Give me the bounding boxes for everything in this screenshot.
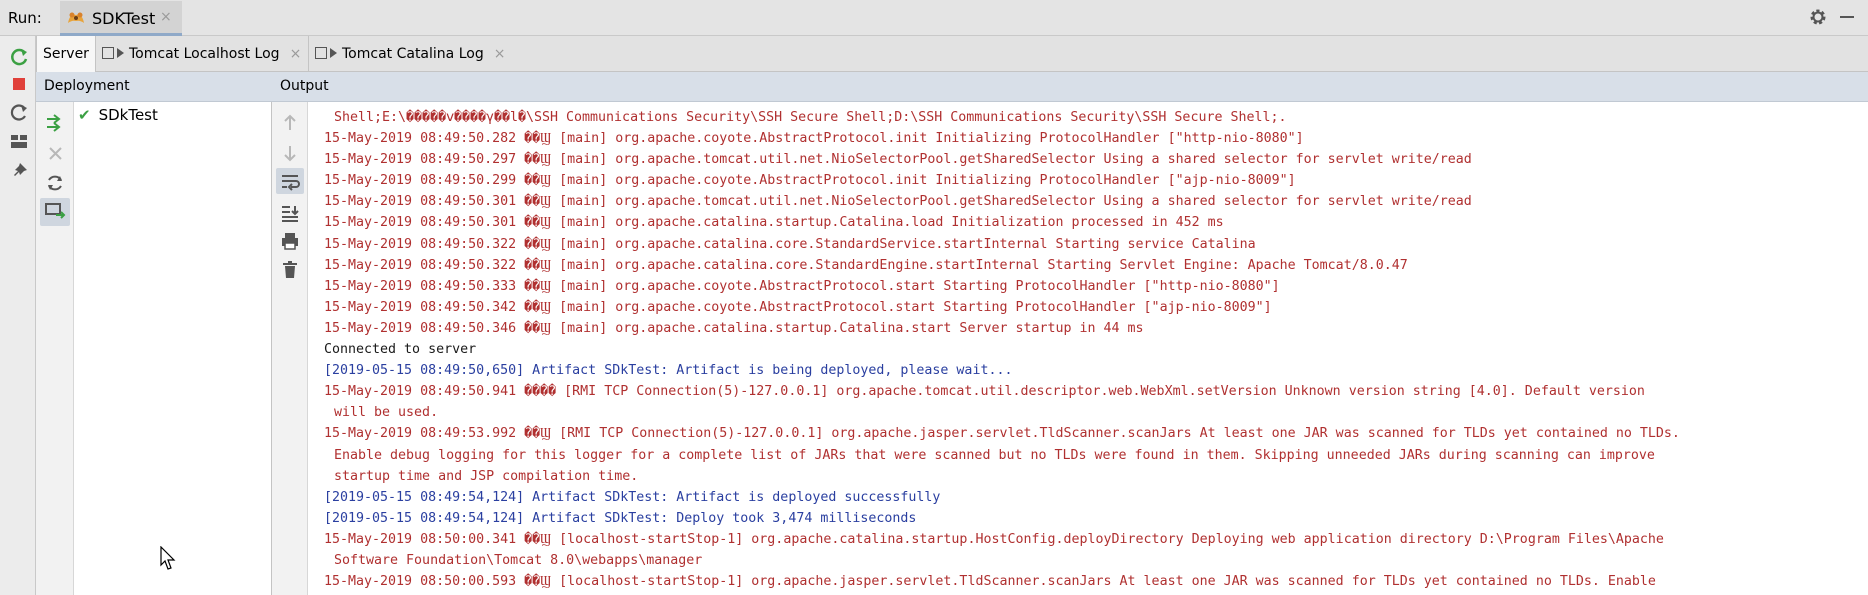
log-line: Enable debug logging for this logger for… xyxy=(334,447,1655,463)
output-title: Output xyxy=(280,78,329,94)
log-line: 15-May-2019 08:49:50.282 ��Ϣ [main] org.… xyxy=(324,131,1304,147)
artifact-name: SDkTest xyxy=(98,106,158,124)
scroll-down-icon[interactable] xyxy=(279,142,301,164)
tab-tomcat-catalina-log[interactable]: Tomcat Catalina Log × xyxy=(308,36,545,72)
log-line: Shell;E:\�����ⅴ����γ��l�\SSH Communicati… xyxy=(334,110,1287,125)
soft-wrap-icon xyxy=(282,175,300,191)
deployment-item[interactable]: ✔ SDkTest xyxy=(78,106,158,124)
output-lines: Shell;E:\�����ⅴ����γ��l�\SSH Communicati… xyxy=(324,107,1864,592)
log-line: [2019-05-15 08:49:50,650] Artifact SDkTe… xyxy=(324,363,1013,379)
close-icon[interactable]: × xyxy=(160,9,172,25)
log-line: 15-May-2019 08:49:50.299 ��Ϣ [main] org.… xyxy=(324,173,1296,189)
restart-icon[interactable] xyxy=(6,99,32,125)
tab-server-label: Server xyxy=(43,46,89,62)
log-line: [2019-05-15 08:49:54,124] Artifact SDkTe… xyxy=(324,489,941,505)
soft-wrap-button[interactable] xyxy=(276,168,304,194)
log-line: 15-May-2019 08:49:50.333 ��Ϣ [main] org.… xyxy=(324,278,1280,294)
output-header: Output xyxy=(272,72,1868,102)
console-icon xyxy=(102,47,114,59)
layout-icon[interactable] xyxy=(6,128,32,154)
tab-server[interactable]: Server xyxy=(36,36,96,73)
tab-label: Tomcat Catalina Log xyxy=(342,46,484,62)
deployment-toolbar xyxy=(36,102,74,595)
log-line: 15-May-2019 08:49:50.941 ���� [RMI TCP C… xyxy=(324,384,1645,400)
output-toolbar xyxy=(272,102,308,595)
run-config-tab-title: SDKTest xyxy=(92,9,156,28)
deployment-title: Deployment xyxy=(44,78,130,94)
undeploy-icon[interactable] xyxy=(42,140,68,166)
log-line: 15-May-2019 08:49:50.322 ��Ϣ [main] org.… xyxy=(324,236,1256,252)
trash-icon[interactable] xyxy=(279,259,301,281)
log-line: 15-May-2019 08:49:50.346 ��Ϣ [main] org.… xyxy=(324,320,1144,336)
deployment-header: Deployment xyxy=(36,72,272,102)
log-line: 15-May-2019 08:49:50.322 ��Ϣ [main] org.… xyxy=(324,257,1408,273)
scroll-up-icon[interactable] xyxy=(279,112,301,134)
log-line: 15-May-2019 08:49:50.301 ��Ϣ [main] org.… xyxy=(324,194,1472,210)
stop-icon[interactable] xyxy=(6,71,32,97)
deployment-list: ✔ SDkTest xyxy=(74,102,272,595)
log-line: 15-May-2019 08:49:50.297 ��Ϣ [main] org.… xyxy=(324,152,1472,168)
run-label: Run: xyxy=(8,9,42,27)
minimize-icon[interactable] xyxy=(1840,16,1854,18)
log-line: 15-May-2019 08:49:50.301 ��Ϣ [main] org.… xyxy=(324,215,1224,231)
deploy-all-icon xyxy=(45,203,66,219)
output-console[interactable]: Shell;E:\�����ⅴ����γ��l�\SSH Communicati… xyxy=(308,102,1868,595)
log-line: 15-May-2019 08:49:53.992 ��Ϣ [RMI TCP Co… xyxy=(324,426,1680,442)
tab-tomcat-localhost-log[interactable]: Tomcat Localhost Log × xyxy=(102,36,342,72)
print-icon[interactable] xyxy=(279,230,301,252)
tab-label: Tomcat Localhost Log xyxy=(129,46,280,62)
mouse-cursor-icon xyxy=(160,546,176,570)
tomcat-icon xyxy=(68,12,84,23)
log-line: 15-May-2019 08:50:00.341 ��Ϣ [localhost-… xyxy=(324,531,1664,547)
deploy-all-button[interactable] xyxy=(40,198,70,226)
play-icon xyxy=(330,48,337,58)
check-icon: ✔ xyxy=(78,106,91,124)
pin-icon[interactable] xyxy=(6,158,32,184)
log-line: Software Foundation\Tomcat 8.0\webapps\m… xyxy=(334,552,703,568)
close-icon[interactable]: × xyxy=(494,46,506,62)
scroll-to-end-icon[interactable] xyxy=(279,202,301,224)
run-toolbar xyxy=(0,36,36,595)
log-line: [2019-05-15 08:49:54,124] Artifact SDkTe… xyxy=(324,510,917,526)
log-line: 15-May-2019 08:49:50.342 ��Ϣ [main] org.… xyxy=(324,299,1272,315)
log-line: Connected to server xyxy=(324,342,477,358)
play-icon xyxy=(117,48,124,58)
refresh-icon[interactable] xyxy=(42,170,68,196)
server-tabs: Server Tomcat Localhost Log × Tomcat Cata… xyxy=(36,36,1868,73)
log-line: will be used. xyxy=(334,405,439,421)
run-toolwindow-header: Run: SDKTest × xyxy=(0,0,1868,36)
run-config-tab[interactable]: SDKTest × xyxy=(60,1,182,36)
log-line: 15-May-2019 08:50:00.593 ��Ϣ [localhost-… xyxy=(324,574,1656,590)
close-icon[interactable]: × xyxy=(290,46,302,62)
gear-icon[interactable] xyxy=(1807,6,1829,28)
console-icon xyxy=(315,47,327,59)
rerun-icon[interactable] xyxy=(6,44,32,70)
log-line: startup time and JSP compilation time. xyxy=(334,468,639,484)
deploy-icon[interactable] xyxy=(42,110,68,136)
